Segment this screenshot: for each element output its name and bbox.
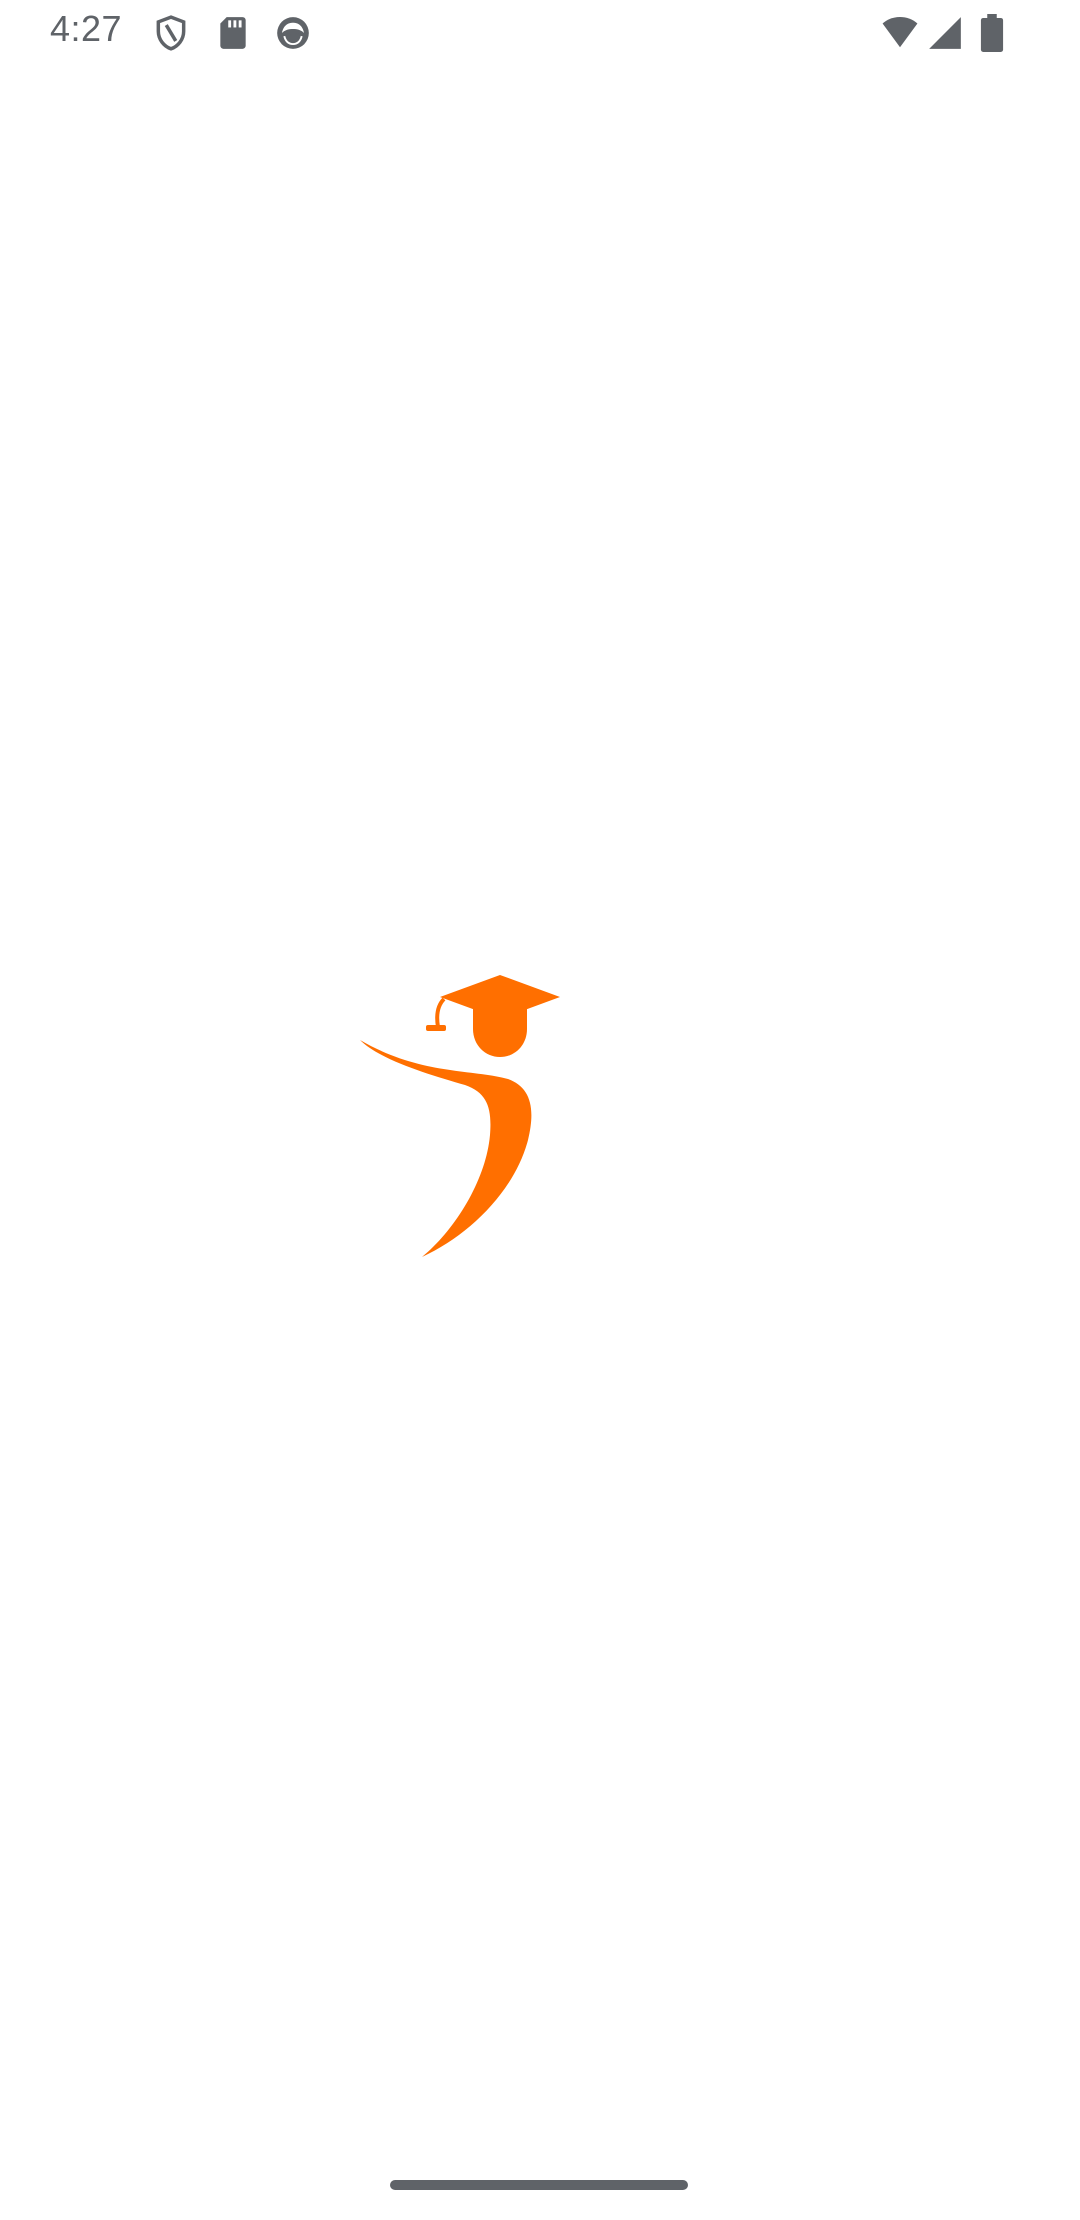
- cell-signal-icon: [926, 14, 964, 52]
- status-bar: 4:27: [0, 0, 1080, 66]
- splash-screen: 4:27: [0, 0, 1080, 2220]
- battery-icon: [980, 14, 1004, 52]
- graduate-figure-logo: [360, 975, 575, 1261]
- sd-card-icon: [214, 14, 252, 52]
- shield-icon: [152, 14, 190, 52]
- status-time: 4:27: [50, 8, 123, 49]
- wifi-icon: [878, 14, 922, 52]
- face-icon: [274, 14, 312, 52]
- nav-handle[interactable]: [390, 2180, 688, 2190]
